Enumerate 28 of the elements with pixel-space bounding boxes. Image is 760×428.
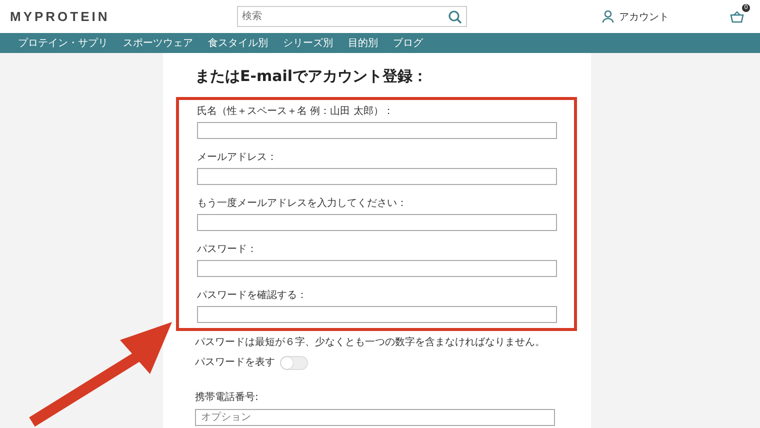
field-label: パスワードを確認する： <box>197 290 308 302</box>
nav-link[interactable]: 食スタイル別 <box>208 36 268 50</box>
form-title: またはE-mailでアカウント登録： <box>195 67 429 85</box>
search-icon[interactable] <box>448 10 462 24</box>
field-label: メールアドレス： <box>197 152 278 164</box>
search-field[interactable]: 検索 <box>237 6 467 27</box>
nav-link[interactable]: プロテイン・サプリ <box>18 36 108 50</box>
toggle-switch[interactable] <box>280 356 308 370</box>
input-field[interactable] <box>197 214 557 231</box>
input-field[interactable] <box>197 306 557 323</box>
toggle-label: パスワードを表す <box>195 357 275 369</box>
field-label: 氏名（性＋スペース＋名 例：山田 太郎）： <box>197 106 394 118</box>
field-label: パスワード： <box>197 244 258 256</box>
field-label: もう一度メールアドレスを入力してください： <box>197 198 408 210</box>
input-field[interactable] <box>197 168 557 185</box>
field-label: 携帯電話番号: <box>195 392 260 404</box>
logo[interactable]: MYPROTEIN <box>10 9 237 24</box>
input-field[interactable] <box>197 122 557 139</box>
nav-link[interactable]: 目的別 <box>348 36 378 50</box>
basket-icon[interactable] <box>730 10 744 22</box>
person-icon[interactable] <box>602 10 614 23</box>
input-field[interactable] <box>197 260 557 277</box>
nav-link[interactable]: スポーツウェア <box>123 36 193 50</box>
nav-link[interactable]: シリーズ別 <box>283 36 333 50</box>
input-field[interactable]: オプション <box>195 409 555 426</box>
nav-link[interactable]: ブログ <box>393 36 423 50</box>
account-link[interactable]: アカウント <box>619 10 669 24</box>
password-hint: パスワードは最短が６字、少なくとも一つの数字を含まなければなりません。 <box>195 337 546 349</box>
